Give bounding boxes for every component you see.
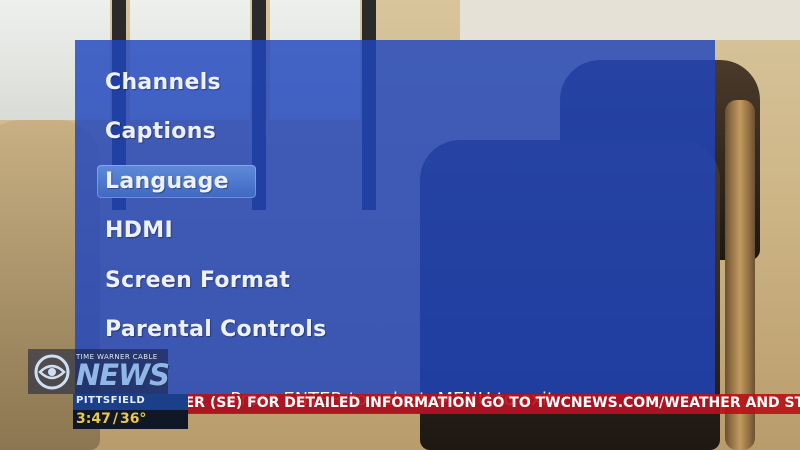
menu-item-screen-format[interactable]: Screen Format [97, 264, 335, 297]
settings-menu-panel: Channels Captions Language HDMI Screen F… [75, 40, 715, 413]
separator: / [112, 411, 118, 427]
location-bar: PITTSFIELD [73, 394, 188, 410]
time-temperature: 3:47/36° [76, 411, 146, 427]
news-logo-area: TIME WARNER CABLE NEWS [28, 349, 170, 394]
settings-menu-list: Channels Captions Language HDMI Screen F… [97, 66, 335, 362]
menu-item-language[interactable]: Language [97, 164, 256, 198]
time-label: 3:47 [76, 411, 111, 427]
news-overlay: TIME WARNER CABLE NEWS PITTSFIELD 3:47/3… [28, 349, 188, 429]
menu-item-captions[interactable]: Captions [97, 115, 335, 148]
menu-item-hdmi[interactable]: HDMI [97, 214, 335, 247]
ticker-text: ARER (SE) FOR DETAILED INFORMATION GO TO… [163, 395, 800, 411]
time-temperature-bar: 3:47/36° [73, 410, 188, 429]
menu-item-parental-controls[interactable]: Parental Controls [97, 313, 335, 346]
news-logo: NEWS [76, 358, 170, 392]
news-ticker: ARER (SE) FOR DETAILED INFORMATION GO TO… [155, 394, 800, 414]
menu-item-channels[interactable]: Channels [97, 66, 335, 99]
luggage-rack [460, 0, 800, 40]
temperature-label: 36° [119, 411, 147, 427]
eye-icon [34, 354, 70, 390]
location-label: PITTSFIELD [76, 395, 146, 406]
